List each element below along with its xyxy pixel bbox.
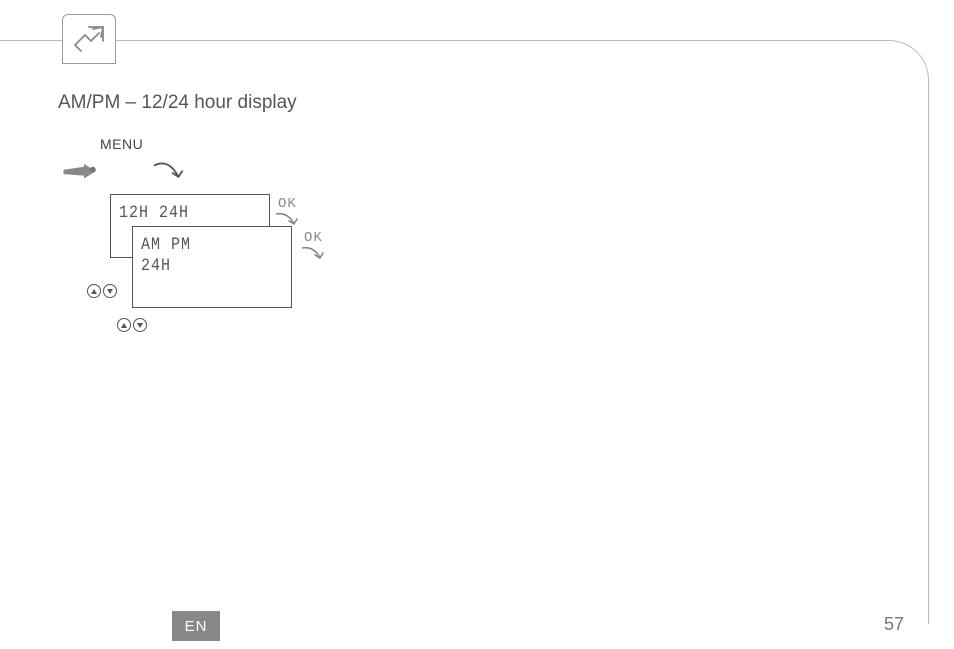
hand-tab-icon	[62, 14, 116, 64]
menu-label: MENU	[100, 136, 143, 152]
up-button-icon	[117, 318, 131, 332]
hand-page-icon	[69, 21, 109, 57]
language-badge: EN	[172, 611, 220, 641]
ok-arrow-icon-2	[298, 244, 330, 268]
down-button-icon	[133, 318, 147, 332]
pointing-hand-icon	[62, 158, 106, 187]
page-number: 57	[884, 614, 904, 635]
lcd-screen-2: AM PM 24H	[132, 226, 292, 308]
down-button-icon	[103, 284, 117, 298]
up-button-icon	[87, 284, 101, 298]
section-heading: AM/PM – 12/24 hour display	[58, 92, 297, 114]
up-down-buttons-2	[116, 318, 148, 332]
lcd-line: 12H 24H	[119, 201, 261, 225]
menu-diagram: MENU 12H 24H OK AM PM 24H OK	[58, 130, 358, 340]
curve-arrow-icon	[150, 160, 188, 190]
lcd-line: 24H	[141, 254, 283, 278]
up-down-buttons-1	[86, 284, 118, 298]
